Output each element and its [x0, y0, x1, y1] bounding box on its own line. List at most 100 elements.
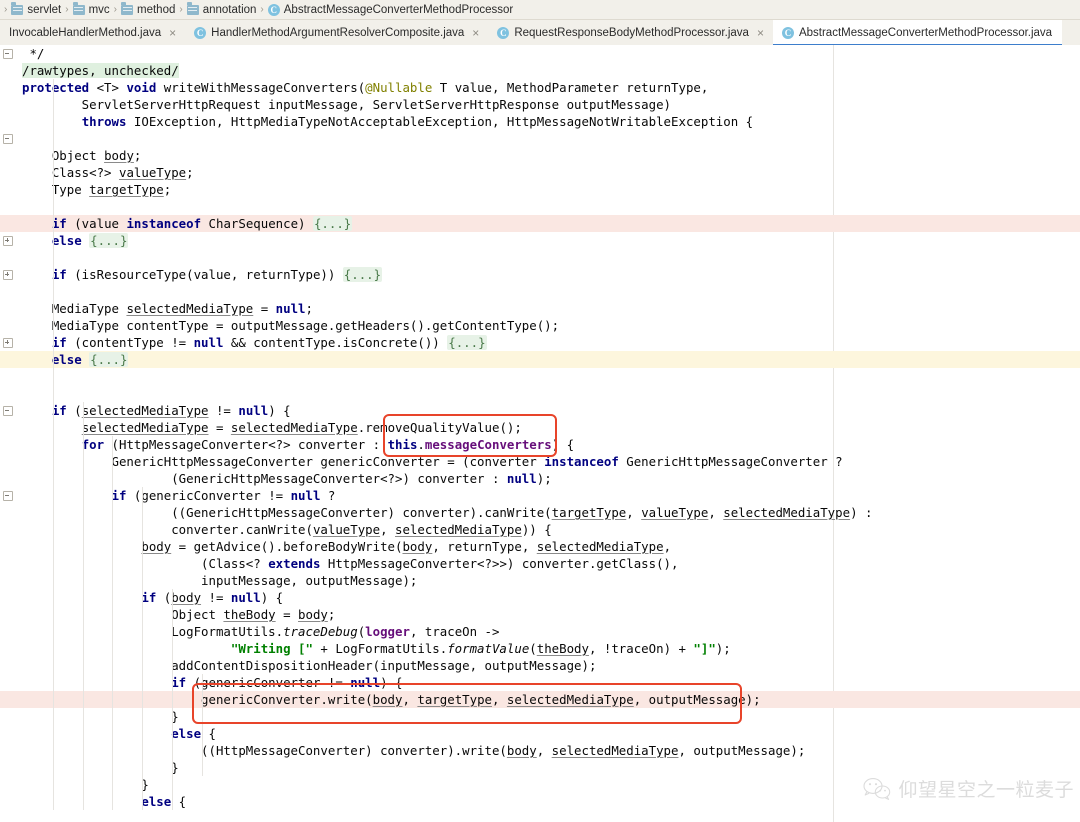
breadcrumb-separator: › [260, 4, 264, 15]
code-line[interactable]: else {...} [0, 232, 1080, 249]
java-class-icon: C [497, 26, 510, 39]
breadcrumb-item-label: method [137, 3, 176, 16]
code-line[interactable]: } [0, 759, 1080, 776]
code-line[interactable]: */ [0, 45, 1080, 62]
code-line[interactable]: if (isResourceType(value, returnType)) {… [0, 266, 1080, 283]
code-line-text: (GenericHttpMessageConverter<?>) convert… [22, 471, 552, 486]
code-line-text: MediaType contentType = outputMessage.ge… [22, 318, 560, 333]
breadcrumb-item-label: AbstractMessageConverterMethodProcessor [283, 3, 514, 16]
breadcrumb-item-abstractmessageconvertermethodprocessor[interactable]: C AbstractMessageConverterMethodProcessor [266, 3, 515, 16]
code-line[interactable]: if (genericConverter != null) { [0, 674, 1080, 691]
code-line[interactable]: ((GenericHttpMessageConverter) converter… [0, 504, 1080, 521]
code-line[interactable]: if (genericConverter != null ? [0, 487, 1080, 504]
indent-guide [82, 402, 84, 810]
code-line-text: Object theBody = body; [22, 607, 336, 622]
code-line[interactable]: else { [0, 725, 1080, 742]
editor-tab-label: HandlerMethodArgumentResolverComposite.j… [211, 26, 465, 39]
code-line-text: else { [141, 794, 187, 809]
code-line-text: else {...} [51, 233, 129, 248]
close-icon[interactable]: × [757, 27, 764, 39]
code-line-text: if (selectedMediaType != null) { [51, 403, 291, 418]
code-line-text: ServletServerHttpRequest inputMessage, S… [22, 97, 672, 112]
code-line[interactable]: if (contentType != null && contentType.i… [0, 334, 1080, 351]
code-line[interactable]: } [0, 708, 1080, 725]
watermark-text: 仰望星空之一粒麦子 [898, 780, 1074, 801]
code-line[interactable]: GenericHttpMessageConverter genericConve… [0, 453, 1080, 470]
breadcrumb: › servlet › mvc › method › annotation › C Abstract… [0, 0, 1080, 20]
code-line-text: body = getAdvice().beforeBodyWrite(body,… [141, 539, 672, 554]
breadcrumb-item-mvc[interactable]: mvc [71, 2, 112, 16]
code-line[interactable]: throws IOException, HttpMediaTypeNotAcce… [0, 113, 1080, 130]
code-line[interactable]: if (value instanceof CharSequence) {...} [0, 215, 1080, 232]
code-line[interactable]: LogFormatUtils.traceDebug(logger, traceO… [0, 623, 1080, 640]
editor-tab[interactable]: InvocableHandlerMethod.java × [0, 20, 185, 45]
code-line[interactable]: (Class<? extends HttpMessageConverter<?>… [0, 555, 1080, 572]
code-line-text: /rawtypes, unchecked/ [22, 63, 179, 78]
code-line[interactable]: inputMessage, outputMessage); [0, 572, 1080, 589]
code-line[interactable]: else {...} [0, 351, 1080, 368]
code-line-text: if (genericConverter != null) { [171, 675, 403, 690]
close-icon[interactable]: × [472, 27, 479, 39]
code-line[interactable]: selectedMediaType = selectedMediaType.re… [0, 419, 1080, 436]
code-line[interactable]: ((HttpMessageConverter) converter).write… [0, 742, 1080, 759]
code-line[interactable]: MediaType contentType = outputMessage.ge… [0, 317, 1080, 334]
code-line[interactable] [0, 249, 1080, 266]
code-line-text: addContentDispositionHeader(inputMessage… [22, 658, 597, 673]
code-line[interactable]: for (HttpMessageConverter<?> converter :… [0, 436, 1080, 453]
breadcrumb-item-label: mvc [88, 3, 110, 16]
code-line-text: "Writing [" + LogFormatUtils.formatValue… [230, 641, 731, 656]
code-line[interactable]: MediaType selectedMediaType = null; [0, 300, 1080, 317]
code-line[interactable] [0, 130, 1080, 147]
code-line[interactable]: (GenericHttpMessageConverter<?>) convert… [0, 470, 1080, 487]
code-line[interactable]: addContentDispositionHeader(inputMessage… [0, 657, 1080, 674]
breadcrumb-separator: › [4, 4, 8, 15]
code-line-text: selectedMediaType = selectedMediaType.re… [81, 420, 522, 435]
code-line[interactable]: Type targetType; [0, 181, 1080, 198]
code-line[interactable]: genericConverter.write(body, targetType,… [0, 691, 1080, 708]
breadcrumb-item-label: annotation [202, 3, 257, 16]
editor-tab[interactable]: C AbstractMessageConverterMethodProcessor… [772, 20, 1063, 46]
breadcrumb-item-method[interactable]: method [119, 2, 177, 16]
code-line-text: } [22, 760, 179, 775]
breadcrumb-item-servlet[interactable]: servlet [9, 2, 63, 16]
code-line[interactable]: ServletServerHttpRequest inputMessage, S… [0, 96, 1080, 113]
code-line-text: (Class<? extends HttpMessageConverter<?>… [22, 556, 679, 571]
breadcrumb-separator: › [113, 4, 117, 15]
code-line[interactable]: Object theBody = body; [0, 606, 1080, 623]
breadcrumb-item-label: servlet [27, 3, 62, 16]
code-line[interactable]: if (body != null) { [0, 589, 1080, 606]
code-line[interactable]: /rawtypes, unchecked/ [0, 62, 1080, 79]
code-line[interactable]: Class<?> valueType; [0, 164, 1080, 181]
indent-guide [201, 674, 203, 776]
code-line[interactable] [0, 385, 1080, 402]
editor-tab[interactable]: C HandlerMethodArgumentResolverComposite.… [185, 20, 488, 45]
code-line-text: inputMessage, outputMessage); [22, 573, 418, 588]
editor-tab-label: RequestResponseBodyMethodProcessor.java [514, 26, 749, 39]
breadcrumb-item-annotation[interactable]: annotation [185, 2, 259, 16]
code-editor[interactable]: */ /rawtypes, unchecked/protected <T> voi… [0, 45, 1080, 822]
wechat-icon [863, 777, 891, 800]
editor-tab[interactable]: C RequestResponseBodyMethodProcessor.java… [488, 20, 773, 45]
code-line-text: genericConverter.write(body, targetType,… [22, 692, 761, 707]
code-line-text: Object body; [22, 148, 142, 163]
code-line[interactable]: if (selectedMediaType != null) { [0, 402, 1080, 419]
code-line-text: LogFormatUtils.traceDebug(logger, traceO… [22, 624, 500, 639]
indent-guide [172, 589, 173, 810]
code-line[interactable] [0, 368, 1080, 385]
indent-guide [112, 436, 114, 810]
code-content[interactable]: */ /rawtypes, unchecked/protected <T> voi… [0, 45, 1080, 822]
folder-icon [11, 2, 24, 15]
code-line[interactable]: body = getAdvice().beforeBodyWrite(body,… [0, 538, 1080, 555]
code-line-text: } [22, 777, 149, 792]
code-line-text: */ [22, 46, 45, 61]
code-line[interactable]: converter.canWrite(valueType, selectedMe… [0, 521, 1080, 538]
java-class-icon: C [194, 26, 207, 39]
code-line[interactable]: "Writing [" + LogFormatUtils.formatValue… [0, 640, 1080, 657]
watermark: 仰望星空之一粒麦子 [863, 775, 1074, 802]
code-line[interactable]: Object body; [0, 147, 1080, 164]
code-line[interactable] [0, 198, 1080, 215]
code-line-text: if (contentType != null && contentType.i… [51, 335, 487, 350]
code-line[interactable] [0, 283, 1080, 300]
code-line[interactable]: protected <T> void writeWithMessageConve… [0, 79, 1080, 96]
close-icon[interactable]: × [169, 27, 176, 39]
